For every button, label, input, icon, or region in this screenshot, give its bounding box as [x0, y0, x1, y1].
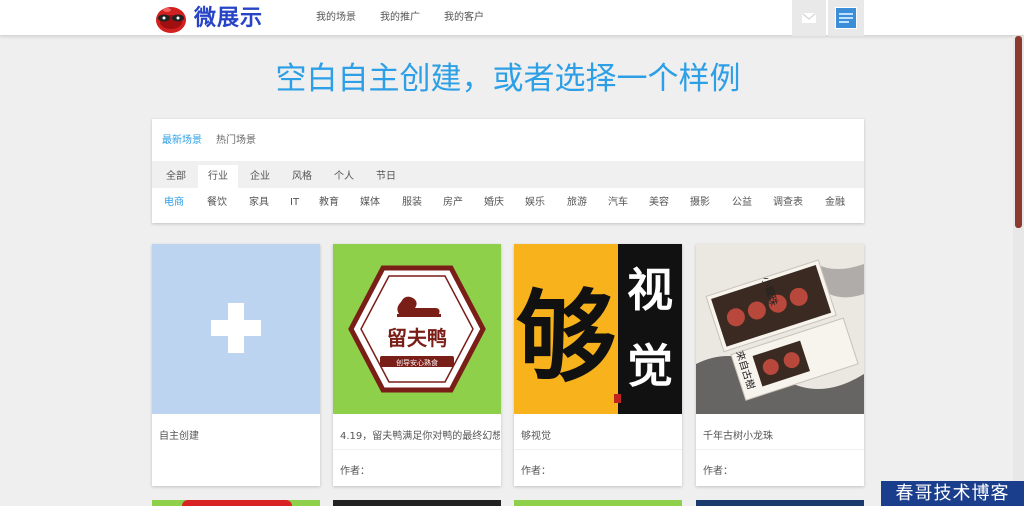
top-header: 微展示 我的场景 我的推广 我的客户: [0, 0, 1024, 36]
category-tab-enterprise[interactable]: 企业: [240, 165, 280, 188]
calligraphy-left-text: 够: [516, 278, 616, 396]
category-tab-personal[interactable]: 个人: [324, 165, 364, 188]
tag-beauty[interactable]: 美容: [649, 188, 669, 218]
card-title[interactable]: 4.19，留夫鸭满足你对鸭的最终幻想: [340, 427, 500, 442]
card-title[interactable]: 千年古树小龙珠: [703, 427, 863, 442]
card-thumbnail[interactable]: 留夫鸭 创导安心熟食: [333, 244, 501, 414]
calligraphy-poster-icon: 够 视 觉: [514, 244, 682, 414]
tag-education[interactable]: 教育: [319, 188, 339, 218]
logo[interactable]: 微展示: [154, 4, 284, 34]
logo-icon: [156, 7, 186, 33]
scene-card-tea[interactable]: 小龍珠 來自古樹 千年古树小龙珠 作者：: [696, 244, 864, 486]
tab-hot-scenes[interactable]: 热门场景: [216, 119, 256, 161]
mail-button[interactable]: [792, 0, 826, 36]
plus-icon: [211, 303, 261, 353]
page-scrollbar[interactable]: [1013, 36, 1024, 506]
nav-my-scenes[interactable]: 我的场景: [316, 0, 356, 36]
scrollbar-thumb[interactable]: [1015, 36, 1022, 228]
tag-wedding[interactable]: 婚庆: [484, 188, 504, 218]
scene-card-duck[interactable]: 留夫鸭 创导安心熟食 4.19，留夫鸭满足你对鸭的最终幻想 作者：: [333, 244, 501, 486]
tag-catering[interactable]: 餐饮: [207, 188, 227, 218]
nav-my-promotion[interactable]: 我的推广: [380, 0, 420, 36]
duck-badge-icon: 留夫鸭 创导安心熟食: [348, 265, 486, 393]
user-avatar-button[interactable]: [828, 0, 864, 36]
tag-survey[interactable]: 调查表: [773, 188, 803, 218]
card-thumbnail[interactable]: [152, 244, 320, 414]
next-row-card-4[interactable]: [696, 500, 864, 506]
tag-charity[interactable]: 公益: [732, 188, 752, 218]
card-author: 作者：: [521, 466, 551, 477]
category-tab-style[interactable]: 风格: [282, 165, 322, 188]
filter-panel: 最新场景 热门场景 全部 行业 企业 风格 个人 节日 电商 餐饮 家具 IT …: [152, 119, 864, 223]
tea-box-photo-icon: 小龍珠 來自古樹: [696, 244, 864, 414]
badge-sub-text: 创导安心熟食: [396, 358, 438, 367]
card-author: 作者：: [340, 466, 370, 477]
tag-finance[interactable]: 金融: [825, 188, 845, 218]
tag-real-estate[interactable]: 房产: [443, 188, 463, 218]
card-thumbnail[interactable]: 够 视 觉: [514, 244, 682, 414]
watermark: 春哥技术博客: [881, 481, 1024, 506]
scene-card-blank[interactable]: 自主创建: [152, 244, 320, 486]
page-headline: 空白自主创建，或者选择一个样例: [275, 61, 741, 97]
tag-entertainment[interactable]: 娱乐: [525, 188, 545, 218]
card-divider: [514, 449, 682, 450]
logo-text: 微展示: [194, 6, 264, 31]
category-tab-festival[interactable]: 节日: [366, 165, 406, 188]
calligraphy-right-text-2: 觉: [627, 339, 673, 393]
tag-furniture[interactable]: 家具: [249, 188, 269, 218]
tag-media[interactable]: 媒体: [360, 188, 380, 218]
next-row-card-2[interactable]: [333, 500, 501, 506]
card-thumbnail[interactable]: 小龍珠 來自古樹: [696, 244, 864, 414]
next-row-card-1[interactable]: [152, 500, 320, 506]
card-title[interactable]: 自主创建: [159, 427, 319, 442]
avatar: [835, 7, 857, 29]
tag-clothing[interactable]: 服装: [402, 188, 422, 218]
tag-auto[interactable]: 汽车: [608, 188, 628, 218]
card-divider: [696, 449, 864, 450]
calligraphy-right-text-1: 视: [627, 263, 673, 317]
avatar-image-icon: [839, 13, 853, 23]
card-divider: [333, 449, 501, 450]
next-card-1-art: [182, 500, 292, 506]
main-tabs: 最新场景 热门场景: [162, 119, 270, 161]
tag-travel[interactable]: 旅游: [567, 188, 587, 218]
category-tab-all[interactable]: 全部: [156, 165, 196, 188]
category-tabs: 全部 行业 企业 风格 个人 节日: [152, 161, 864, 188]
nav-my-customers[interactable]: 我的客户: [444, 0, 484, 36]
next-row-card-3[interactable]: [514, 500, 682, 506]
mail-icon: [802, 13, 816, 23]
tag-photography[interactable]: 摄影: [690, 188, 710, 218]
industry-tags: 电商 餐饮 家具 IT 教育 媒体 服装 房产 婚庆 娱乐 旅游 汽车 美容 摄…: [152, 188, 864, 218]
card-author: 作者：: [703, 466, 733, 477]
category-tab-industry[interactable]: 行业: [198, 165, 238, 188]
card-title[interactable]: 够视觉: [521, 427, 681, 442]
tag-ecommerce[interactable]: 电商: [164, 188, 184, 218]
main-nav: 我的场景 我的推广 我的客户: [316, 0, 508, 36]
badge-main-text: 留夫鸭: [387, 326, 447, 350]
tab-latest-scenes[interactable]: 最新场景: [162, 119, 202, 161]
tag-it[interactable]: IT: [290, 188, 299, 218]
scene-card-visual[interactable]: 够 视 觉 够视觉 作者：: [514, 244, 682, 486]
